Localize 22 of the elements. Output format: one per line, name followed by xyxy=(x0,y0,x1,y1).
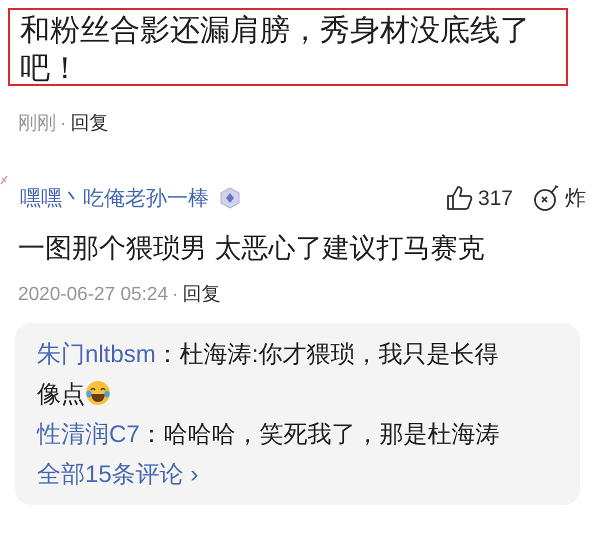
timestamp: 刚刚 xyxy=(18,112,56,136)
more-comments-link[interactable]: 全部15条评论 › xyxy=(37,455,198,495)
reply-text: 像点 xyxy=(37,381,85,408)
author-name[interactable]: 嘿嘿丶吃俺老孙一棒 xyxy=(20,182,209,214)
separator-dot: · xyxy=(60,112,66,136)
reply-text: ：杜海涛:你才猥琐，我只是长得 xyxy=(156,341,498,368)
reply-link[interactable]: 回复 xyxy=(182,280,220,309)
quoted-comment-text: 和粉丝合影还漏肩膀，秀身材没底线了吧！ xyxy=(20,13,531,84)
separator-dot: · xyxy=(172,282,178,306)
reply-link[interactable]: 回复 xyxy=(70,110,108,138)
bomb-label: 炸 xyxy=(565,186,586,212)
reply-author[interactable]: 朱门nltbsm xyxy=(37,341,156,368)
bomb-icon[interactable] xyxy=(533,184,561,212)
like-count: 317 xyxy=(478,186,513,212)
timestamp: 2020-06-27 05:24 xyxy=(18,282,168,306)
sparkle-icon xyxy=(0,174,8,184)
comment-text: 一图那个猥琐男 太恶心了建议打马赛克 xyxy=(18,232,486,265)
laughing-tears-emoji-icon xyxy=(85,380,111,406)
thumbs-up-icon[interactable] xyxy=(446,185,474,212)
level-badge-icon xyxy=(219,187,241,210)
reply-text: ：哈哈哈，笑死我了，那是杜海涛 xyxy=(140,421,500,448)
reply-author[interactable]: 性清润C7 xyxy=(37,421,140,448)
